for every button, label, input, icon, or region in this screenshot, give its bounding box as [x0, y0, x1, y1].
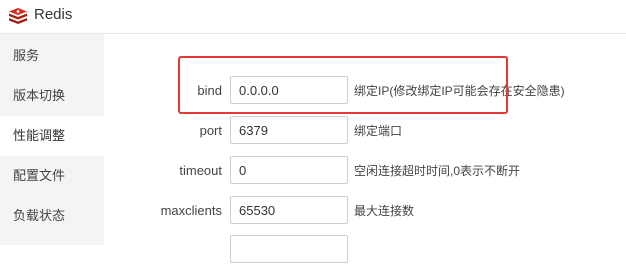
setting-row-bind: bind 绑定IP(修改绑定IP可能会存在安全隐患)	[104, 76, 626, 106]
maxclients-label: maxclients	[160, 203, 222, 218]
bind-hint: 绑定IP(修改绑定IP可能会存在安全隐患)	[354, 84, 565, 98]
sidebar-item-performance-tuning[interactable]: 性能调整	[0, 116, 104, 156]
maxclients-input[interactable]	[230, 196, 348, 224]
setting-row-partial	[104, 235, 626, 265]
bind-input[interactable]	[230, 76, 348, 104]
settings-panel: bind 绑定IP(修改绑定IP可能会存在安全隐患) port 绑定端口 tim…	[104, 34, 626, 263]
port-label: port	[199, 123, 222, 138]
sidebar-item-service[interactable]: 服务	[0, 36, 104, 76]
redis-logo-icon	[9, 8, 27, 24]
app-title: Redis	[34, 6, 73, 23]
timeout-label: timeout	[179, 163, 222, 178]
port-input[interactable]	[230, 116, 348, 144]
maxclients-hint: 最大连接数	[354, 204, 415, 218]
timeout-input[interactable]	[230, 156, 348, 184]
timeout-hint: 空闲连接超时时间,0表示不断开	[354, 164, 521, 178]
partial-input[interactable]	[230, 235, 348, 263]
setting-row-maxclients: maxclients 最大连接数	[104, 196, 626, 226]
setting-row-timeout: timeout 空闲连接超时时间,0表示不断开	[104, 156, 626, 186]
title-bar: Redis	[0, 0, 626, 34]
setting-row-port: port 绑定端口	[104, 116, 626, 146]
sidebar-item-version-switch[interactable]: 版本切换	[0, 76, 104, 116]
sidebar: 服务 版本切换 性能调整 配置文件 负载状态	[0, 34, 104, 245]
bind-label: bind	[197, 83, 222, 98]
sidebar-item-config-file[interactable]: 配置文件	[0, 156, 104, 196]
port-hint: 绑定端口	[354, 124, 403, 138]
sidebar-item-load-status[interactable]: 负载状态	[0, 196, 104, 236]
